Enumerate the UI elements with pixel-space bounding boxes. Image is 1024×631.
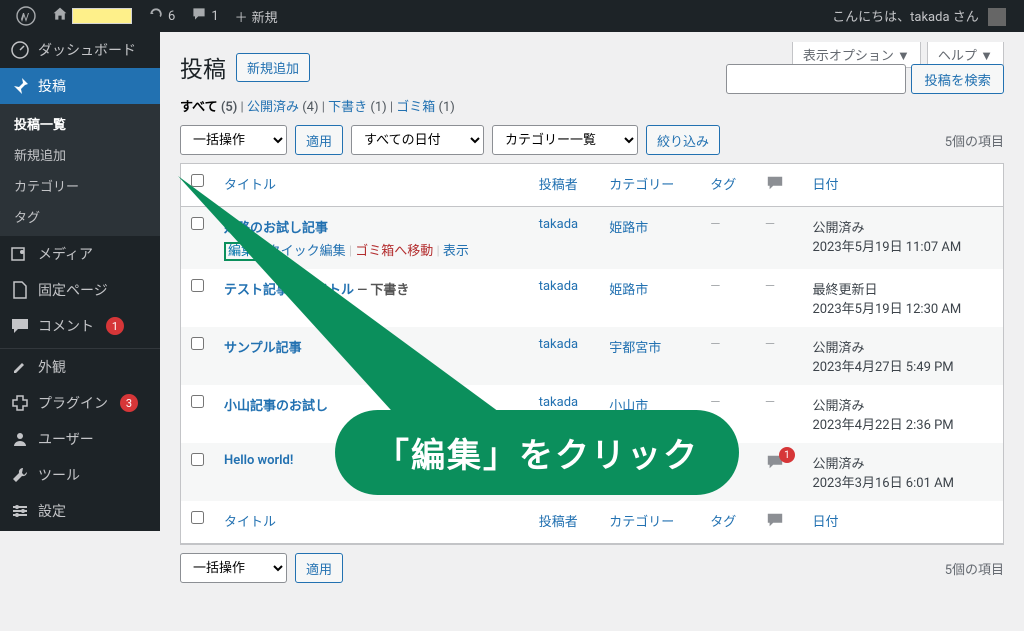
annotation-arrow — [170, 168, 670, 428]
date-filter-select[interactable]: すべての日付 — [351, 125, 484, 155]
post-date: 最終更新日2023年5月19日 12:30 AM — [802, 269, 1003, 327]
tools-icon — [10, 465, 30, 485]
menu-media[interactable]: メディア — [0, 236, 160, 272]
items-count: 5個の項目 — [945, 131, 1004, 150]
menu-comments[interactable]: コメント 1 — [0, 308, 160, 344]
filter-published[interactable]: 公開済み (4) — [247, 100, 319, 115]
home-icon — [52, 6, 68, 26]
bulk-action-select[interactable]: 一括操作 — [180, 125, 287, 155]
post-tags: — — [710, 279, 720, 294]
wp-logo[interactable] — [8, 0, 44, 32]
col-comments-foot[interactable] — [755, 501, 803, 544]
menu-plugins[interactable]: プラグイン 3 — [0, 385, 160, 421]
category-filter-select[interactable]: カテゴリー一覧 — [492, 125, 638, 155]
no-comments: — — [765, 395, 775, 410]
col-tag: タグ — [700, 164, 755, 207]
filter-button[interactable]: 絞り込み — [646, 125, 720, 155]
col-comments[interactable] — [755, 164, 803, 207]
post-tags: — — [710, 337, 720, 352]
no-comments: — — [765, 279, 775, 294]
submenu-tags[interactable]: タグ — [0, 201, 160, 232]
bulk-apply-button-bottom[interactable]: 適用 — [295, 553, 343, 583]
menu-posts[interactable]: 投稿 — [0, 68, 160, 104]
updates[interactable]: 6 — [140, 0, 183, 32]
add-new-button[interactable]: 新規追加 — [236, 53, 310, 82]
post-date: 公開済み2023年5月19日 11:07 AM — [802, 207, 1003, 269]
settings-icon — [10, 501, 30, 521]
items-count-bottom: 5個の項目 — [945, 559, 1004, 578]
comment-icon — [191, 6, 207, 26]
menu-tools[interactable]: ツール — [0, 457, 160, 493]
menu-pages[interactable]: 固定ページ — [0, 272, 160, 308]
comment-icon — [765, 511, 785, 529]
comment-icon — [10, 316, 30, 336]
col-category-foot: カテゴリー — [599, 501, 700, 544]
filter-trash[interactable]: ゴミ箱 (1) — [396, 100, 455, 115]
refresh-icon — [148, 6, 164, 26]
comments-count: 1 — [211, 9, 218, 24]
comment-count-bubble[interactable]: 1 — [765, 453, 785, 475]
post-tags: — — [710, 395, 720, 410]
plus-icon: ＋ — [235, 7, 248, 26]
user-greeting[interactable]: こんにちは、takada さん — [822, 6, 1016, 27]
menu-users[interactable]: ユーザー — [0, 421, 160, 457]
submenu-new-post[interactable]: 新規追加 — [0, 139, 160, 170]
submenu-categories[interactable]: カテゴリー — [0, 170, 160, 201]
no-comments: — — [765, 217, 775, 232]
media-icon — [10, 244, 30, 264]
brush-icon — [10, 357, 30, 377]
page-title: 投稿 — [180, 50, 226, 84]
new-content[interactable]: ＋ 新規 — [227, 0, 286, 32]
comment-icon — [765, 174, 785, 192]
col-author-foot: 投稿者 — [529, 501, 600, 544]
row-checkbox[interactable] — [191, 453, 204, 466]
site-name[interactable] — [44, 0, 140, 32]
post-date: 公開済み2023年4月22日 2:36 PM — [802, 385, 1003, 443]
menu-appearance[interactable]: 外観 — [0, 349, 160, 385]
menu-dashboard[interactable]: ダッシュボード — [0, 32, 160, 68]
menu-settings[interactable]: 設定 — [0, 493, 160, 529]
bulk-action-select-bottom[interactable]: 一括操作 — [180, 553, 287, 583]
col-title-foot[interactable]: タイトル — [214, 501, 529, 544]
select-all-checkbox-foot[interactable] — [191, 511, 204, 524]
admin-sidebar: ダッシュボード 投稿 投稿一覧 新規追加 カテゴリー タグ メディア 固定ページ… — [0, 32, 160, 531]
status-filters: すべて (5) | 公開済み (4) | 下書き (1) | ゴミ箱 (1) — [180, 96, 1004, 115]
bulk-apply-button[interactable]: 適用 — [295, 125, 343, 155]
annotation-callout: 「編集」をクリック — [335, 410, 739, 495]
comments-badge: 1 — [106, 317, 124, 335]
no-comments: — — [765, 337, 775, 352]
updates-count: 6 — [168, 9, 175, 24]
dashboard-icon — [10, 40, 30, 60]
user-icon — [10, 429, 30, 449]
col-tag-foot: タグ — [700, 501, 755, 544]
admin-toolbar: 6 1 ＋ 新規 こんにちは、takada さん — [0, 0, 1024, 32]
site-title-redacted — [72, 8, 132, 24]
wordpress-icon — [16, 6, 36, 26]
pin-icon — [10, 76, 30, 96]
comments-link[interactable]: 1 — [183, 0, 226, 32]
plugin-icon — [10, 393, 30, 413]
page-icon — [10, 280, 30, 300]
filter-all[interactable]: すべて (5) — [180, 100, 237, 115]
filter-draft[interactable]: 下書き (1) — [328, 100, 387, 115]
post-date: 公開済み2023年4月27日 5:49 PM — [802, 327, 1003, 385]
post-tags: — — [710, 217, 720, 232]
col-date[interactable]: 日付 — [802, 164, 1003, 207]
new-label: 新規 — [252, 7, 278, 26]
plugins-badge: 3 — [120, 394, 138, 412]
post-title-link[interactable]: Hello world! — [224, 453, 293, 468]
col-date-foot[interactable]: 日付 — [802, 501, 1003, 544]
submenu-all-posts[interactable]: 投稿一覧 — [0, 108, 160, 139]
post-date: 公開済み2023年3月16日 6:01 AM — [802, 443, 1003, 501]
avatar — [988, 8, 1006, 26]
search-posts-button[interactable]: 投稿を検索 — [911, 64, 1004, 94]
menu-posts-submenu: 投稿一覧 新規追加 カテゴリー タグ — [0, 104, 160, 236]
search-posts-input[interactable] — [726, 64, 906, 94]
